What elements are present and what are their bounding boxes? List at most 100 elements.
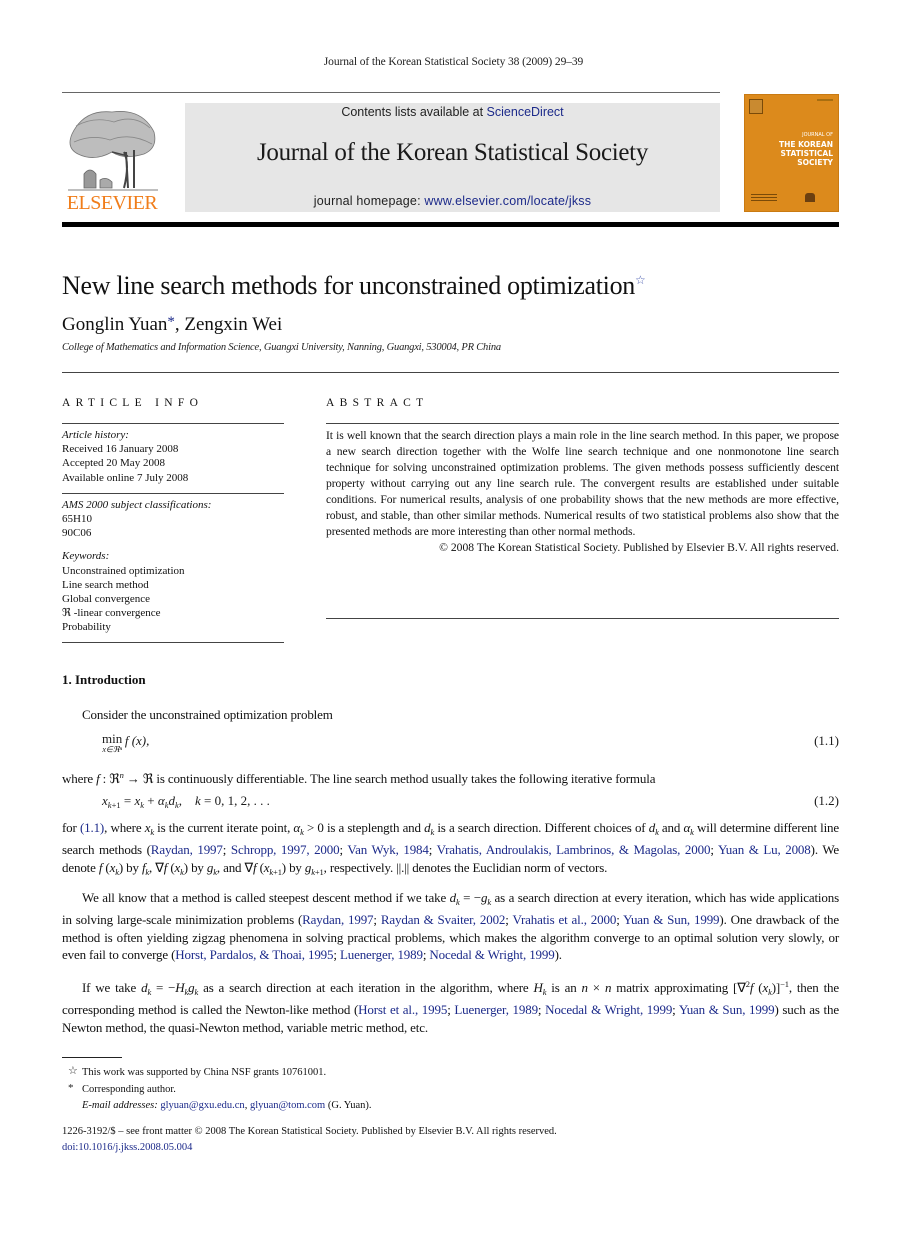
author-list: Gonglin Yuan*, Zengxin Wei bbox=[62, 314, 282, 336]
citation-link[interactable]: Yuan & Sun, 1999 bbox=[679, 1002, 775, 1017]
equation-1-2: xk+1 = xk + αkdk, k = 0, 1, 2, . . . (1.… bbox=[62, 793, 839, 815]
online-date: Available online 7 July 2008 bbox=[62, 471, 189, 484]
citation-link[interactable]: Yuan & Lu, 2008 bbox=[718, 842, 811, 857]
front-matter-text: 1226-3192/$ – see front matter © 2008 Th… bbox=[62, 1126, 557, 1137]
ams-code: 65H10 bbox=[62, 513, 92, 526]
keyword: Line search method bbox=[62, 578, 149, 591]
author-2[interactable]: Zengxin Wei bbox=[184, 314, 282, 335]
citation-link[interactable]: Schropp, 1997, 2000 bbox=[231, 842, 340, 857]
cover-issn-mark bbox=[817, 99, 833, 101]
text: is a steplength and bbox=[323, 820, 425, 835]
homepage-prefix: journal homepage: bbox=[313, 194, 425, 208]
text: for bbox=[62, 820, 80, 835]
citation-link[interactable]: Van Wyk, 1984 bbox=[347, 842, 429, 857]
email-suffix: (G. Yuan). bbox=[325, 1100, 372, 1111]
received-date: Received 16 January 2008 bbox=[62, 443, 179, 456]
cover-title-small: JOURNAL OF bbox=[802, 132, 833, 138]
keywords-label: Keywords: bbox=[62, 550, 110, 563]
equation-ref-link[interactable]: (1.1) bbox=[80, 820, 104, 835]
text: and bbox=[658, 820, 684, 835]
corresponding-author-mark[interactable]: * bbox=[167, 314, 175, 330]
equation-number: (1.2) bbox=[814, 793, 839, 808]
text: as a search direction at each iteration … bbox=[198, 980, 534, 995]
text: , where bbox=[104, 820, 145, 835]
cover-title-line3: SOCIETY bbox=[797, 158, 833, 167]
citation-link[interactable]: Yuan & Sun, 1999 bbox=[623, 912, 719, 927]
citation-link[interactable]: Vrahatis et al., 2000 bbox=[512, 912, 616, 927]
citation-link[interactable]: Raydan, 1997 bbox=[151, 842, 223, 857]
cover-title-line1: THE KOREAN bbox=[779, 140, 833, 149]
text: where bbox=[62, 771, 97, 786]
citation-link[interactable]: Raydan, 1997 bbox=[302, 912, 373, 927]
sciencedirect-link[interactable]: ScienceDirect bbox=[487, 105, 564, 119]
footnote-emails: E-mail addresses: glyuan@gxu.edu.cn, gly… bbox=[82, 1100, 372, 1111]
footnotes: ☆ This work was supported by China NSF gr… bbox=[62, 1065, 372, 1115]
cover-sciencedirect-mark-icon bbox=[751, 194, 777, 203]
keyword: Unconstrained optimization bbox=[62, 564, 185, 577]
citation-link[interactable]: Vrahatis, Androulakis, Lambrinos, & Mago… bbox=[437, 842, 711, 857]
text: by bbox=[187, 859, 207, 875]
abstract-heading: ABSTRACT bbox=[326, 397, 429, 409]
citation-link[interactable]: Horst, Pardalos, & Thoai, 1995 bbox=[175, 947, 333, 962]
intro-paragraph-3: for (1.1), where xk is the current itera… bbox=[62, 820, 840, 877]
text: matrix approximating bbox=[611, 980, 734, 995]
article-title: New line search methods for unconstraine… bbox=[62, 271, 646, 301]
masthead: Contents lists available at ScienceDirec… bbox=[185, 103, 720, 212]
text: ). bbox=[554, 946, 562, 962]
doi-link[interactable]: doi:10.1016/j.jkss.2008.05.004 bbox=[62, 1142, 192, 1153]
front-matter: 1226-3192/$ – see front matter © 2008 Th… bbox=[62, 1124, 557, 1156]
citation-link[interactable]: Luenerger, 1989 bbox=[454, 1002, 538, 1017]
text: is continuously differentiable. The line… bbox=[153, 771, 656, 786]
equation-number: (1.1) bbox=[814, 733, 839, 748]
citation-link[interactable]: Raydan & Svaiter, 2002 bbox=[381, 912, 506, 927]
elsevier-logo[interactable]: ELSEVIER bbox=[62, 100, 162, 215]
text: , respectively. ||.|| denotes the Euclid… bbox=[323, 859, 608, 875]
keyword: ℜ -linear convergence bbox=[62, 607, 161, 620]
contents-line: Contents lists available at ScienceDirec… bbox=[185, 105, 720, 119]
footnote-rule bbox=[62, 1057, 122, 1058]
masthead-rule bbox=[62, 222, 839, 227]
abstract-copyright: © 2008 The Korean Statistical Society. P… bbox=[439, 541, 839, 554]
title-footnote-star-icon[interactable]: ☆ bbox=[635, 273, 646, 287]
abstract-bottom-rule bbox=[326, 618, 839, 619]
text: is an bbox=[546, 980, 582, 995]
citation-link[interactable]: Nocedal & Wright, 1999 bbox=[545, 1002, 672, 1017]
article-title-text: New line search methods for unconstraine… bbox=[62, 271, 635, 300]
keyword: Global convergence bbox=[62, 593, 151, 606]
equation-1-1-expression: min x∈ℜⁿ f (x), bbox=[102, 731, 150, 754]
min-operator: min bbox=[102, 731, 123, 746]
abstract: ABSTRACT It is well known that the searc… bbox=[326, 397, 839, 619]
cover-society-emblem-icon bbox=[805, 193, 815, 202]
email-link[interactable]: glyuan@tom.com bbox=[250, 1100, 325, 1111]
cover-title-line2: STATISTICAL bbox=[780, 149, 833, 158]
ams-code: 90C06 bbox=[62, 527, 92, 540]
info-rule bbox=[62, 641, 284, 643]
text: , and bbox=[216, 859, 245, 875]
text: by bbox=[285, 859, 305, 875]
cover-elsevier-badge-icon bbox=[749, 99, 763, 114]
citation-link[interactable]: Horst et al., 1995 bbox=[358, 1002, 447, 1017]
equation-1-1: min x∈ℜⁿ f (x), (1.1) bbox=[62, 731, 839, 755]
author-1[interactable]: Gonglin Yuan bbox=[62, 314, 167, 335]
text: is a search direction. Different choices… bbox=[434, 820, 649, 835]
footnote-text: This work was supported by China NSF gra… bbox=[82, 1067, 327, 1078]
citation-link[interactable]: Nocedal & Wright, 1999 bbox=[429, 947, 554, 962]
footnote-corresponding: * Corresponding author. bbox=[62, 1082, 372, 1099]
objective-function: f (x), bbox=[124, 733, 150, 748]
footnote-funding: ☆ This work was supported by China NSF gr… bbox=[62, 1065, 372, 1082]
top-rule bbox=[62, 92, 720, 93]
keyword: Probability bbox=[62, 621, 111, 634]
author-separator: , bbox=[174, 314, 185, 335]
history-label: Article history: bbox=[62, 429, 129, 441]
footnote-asterisk-icon: * bbox=[68, 1081, 74, 1094]
footnote-star-icon: ☆ bbox=[68, 1065, 78, 1077]
journal-cover[interactable]: JOURNAL OF THE KOREAN STATISTICAL SOCIET… bbox=[744, 94, 839, 212]
email-link[interactable]: glyuan@gxu.edu.cn bbox=[160, 1100, 244, 1111]
journal-homepage-link[interactable]: www.elsevier.com/locate/jkss bbox=[424, 194, 591, 208]
text: is the current iterate point, bbox=[153, 820, 294, 835]
citation-link[interactable]: Luenerger, 1989 bbox=[340, 947, 423, 962]
running-head: Journal of the Korean Statistical Societ… bbox=[323, 56, 584, 68]
equation-1-2-expression: xk+1 = xk + αkdk, k = 0, 1, 2, . . . bbox=[102, 793, 270, 810]
text: by bbox=[123, 859, 142, 875]
article-info: ARTICLE INFO Article history: Received 1… bbox=[62, 397, 284, 643]
